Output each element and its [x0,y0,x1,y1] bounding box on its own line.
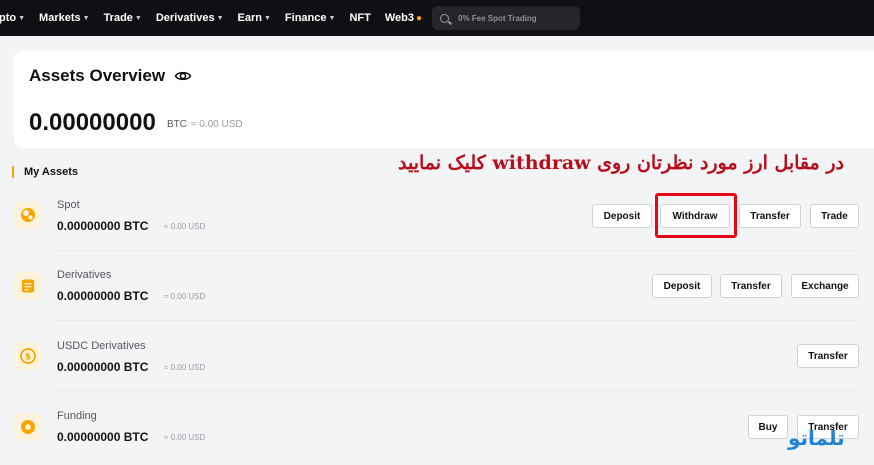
derivatives-deposit-button[interactable]: Deposit [652,274,712,298]
top-nav: pto ▼ Markets ▼ Trade ▼ Derivatives ▼ Earn ▼ … [0,0,874,36]
caret-down-icon: ▼ [18,14,26,22]
page-title: Assets Overview [29,66,166,85]
caret-down-icon: ▼ [216,14,224,22]
withdraw-highlight-box [655,193,737,238]
nav-finance[interactable]: Finance ▼ [285,12,336,24]
nav-label: Trade [103,12,133,24]
derivatives-icon [14,272,42,300]
caret-down-icon: ▼ [82,14,90,22]
derivatives-transfer-button[interactable]: Transfer [720,274,782,298]
nav-label: pto [0,12,17,24]
asset-usd-derivatives: ≈ 0.00 USD [164,292,206,301]
nav-web3[interactable]: Web3 ● [385,12,422,24]
asset-name-funding: Funding [57,410,97,422]
flame-icon: ● [415,12,423,24]
nav-label: Earn [237,12,262,24]
total-balance-unit: BTC [167,119,187,130]
row-divider [55,320,860,321]
total-balance-usd: ≈ 0.00 USD [191,119,243,130]
nav-nft[interactable]: NFT [349,12,370,24]
watermark-logo: تلماتو [788,426,845,450]
asset-usd-usdc-derivatives: ≈ 0.00 USD [164,363,206,372]
svg-text:$: $ [25,353,31,363]
spot-trade-button[interactable]: Trade [810,204,859,228]
instruction-annotation: در مقابل ارز مورد نظرتان روی withdraw کل… [398,152,844,174]
asset-usd-spot: ≈ 0.00 USD [164,222,206,231]
search-input[interactable] [458,13,568,23]
caret-down-icon: ▼ [328,14,336,22]
search-icon [440,13,449,23]
asset-amount-derivatives: 0.00000000 BTC [57,289,149,303]
funding-coin-icon [14,413,42,441]
asset-name-spot: Spot [57,199,80,211]
usdc-transfer-button[interactable]: Transfer [797,344,859,368]
section-title: My Assets [24,166,79,178]
caret-down-icon: ▼ [263,14,271,22]
asset-amount-funding: 0.00000000 BTC [57,430,149,444]
spot-deposit-button[interactable]: Deposit [592,204,652,228]
usdc-dollar-icon: $ [14,342,42,370]
section-accent-bar [12,166,14,178]
asset-amount-usdc-derivatives: 0.00000000 BTC [57,360,149,374]
search-box[interactable] [432,6,580,30]
nav-label: Finance [284,12,327,24]
funding-buy-button[interactable]: Buy [748,415,788,439]
row-divider [55,390,860,391]
row-divider [55,250,860,251]
asset-usd-funding: ≈ 0.00 USD [164,433,206,442]
nav-label: Derivatives [155,12,215,24]
assets-overview-card: Assets Overview 0.00000000 BTC ≈ 0.00 US… [14,51,874,148]
asset-amount-spot: 0.00000000 BTC [57,219,149,233]
nav-label: Web3 [384,12,414,24]
nav-earn[interactable]: Earn ▼ [238,12,271,24]
spot-transfer-button[interactable]: Transfer [739,204,801,228]
derivatives-exchange-button[interactable]: Exchange [791,274,859,298]
nav-label: Markets [39,12,81,24]
caret-down-icon: ▼ [134,14,142,22]
asset-name-derivatives: Derivatives [57,269,112,281]
eye-icon[interactable] [174,67,192,85]
my-assets-header: My Assets [12,165,78,179]
nav-markets[interactable]: Markets ▼ [39,12,90,24]
asset-name-usdc-derivatives: USDC Derivatives [57,340,146,352]
spot-coin-icon [14,201,42,229]
nav-label: NFT [349,12,371,24]
nav-crypto[interactable]: pto ▼ [0,12,25,24]
total-balance: 0.00000000 [29,109,156,136]
nav-trade[interactable]: Trade ▼ [104,12,142,24]
nav-derivatives[interactable]: Derivatives ▼ [156,12,224,24]
